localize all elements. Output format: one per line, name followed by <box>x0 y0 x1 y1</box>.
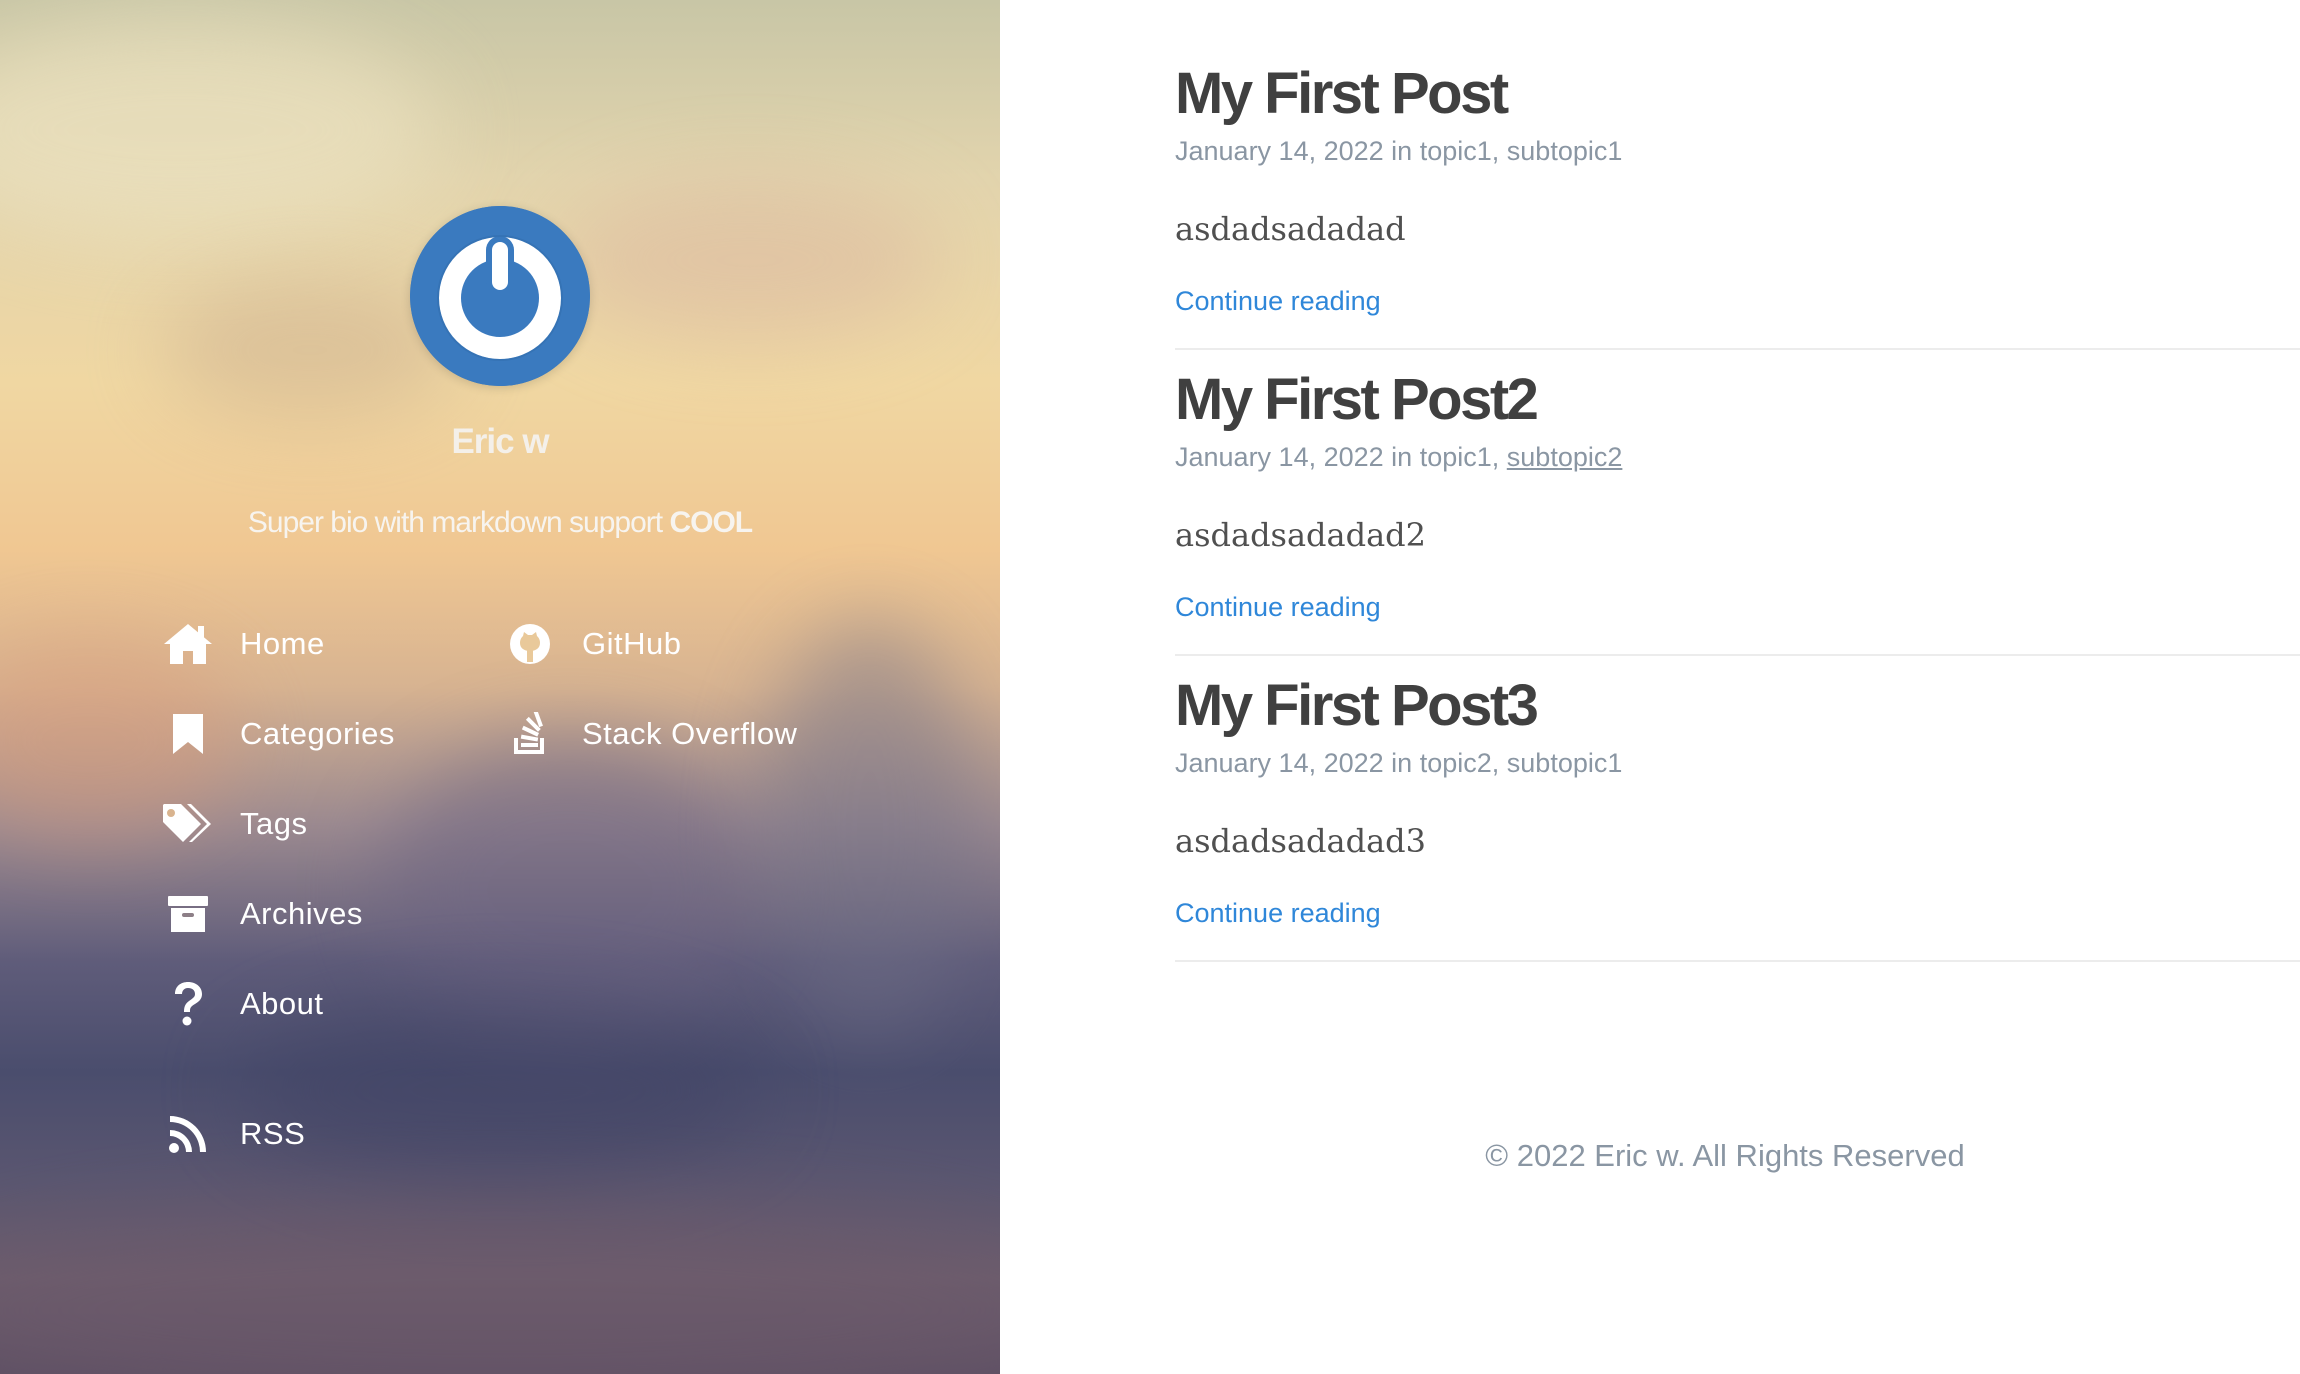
power-icon <box>410 206 590 386</box>
post-meta: January 14, 2022 in topic2, subtopic1 <box>1175 748 1622 779</box>
post-divider <box>1175 348 2300 350</box>
post-category-link[interactable]: subtopic2 <box>1507 442 1623 472</box>
post-category-link[interactable]: subtopic1 <box>1507 136 1623 166</box>
continue-reading-link[interactable]: Continue reading <box>1175 286 1381 317</box>
nav-about[interactable]: About <box>160 976 324 1032</box>
author-bio: Super bio with markdown support COOL <box>0 506 1000 540</box>
nav-stack-overflow[interactable]: Stack Overflow <box>502 706 797 762</box>
nav-stack-overflow-label: Stack Overflow <box>582 716 798 751</box>
continue-reading-link[interactable]: Continue reading <box>1175 592 1381 623</box>
post-meta-separator: , <box>1491 748 1507 778</box>
nav-rss-label: RSS <box>240 1116 306 1151</box>
question-icon <box>160 976 216 1032</box>
nav-home[interactable]: Home <box>160 616 325 672</box>
archive-icon <box>160 886 216 942</box>
nav-github[interactable]: GitHub <box>502 616 681 672</box>
nav-tags-label: Tags <box>240 806 308 841</box>
nav-categories-label: Categories <box>240 716 395 751</box>
post-title[interactable]: My First Post <box>1175 60 1509 127</box>
continue-reading-link[interactable]: Continue reading <box>1175 898 1381 929</box>
post-date: January 14, 2022 <box>1175 748 1384 778</box>
rss-icon <box>160 1106 216 1162</box>
post-meta-separator: , <box>1491 136 1507 166</box>
tags-icon <box>160 796 216 852</box>
github-icon <box>502 616 558 672</box>
bio-text: Super bio with markdown support <box>247 506 670 539</box>
post-category-link[interactable]: topic1 <box>1420 442 1492 472</box>
post-date: January 14, 2022 <box>1175 136 1384 166</box>
nav-categories[interactable]: Categories <box>160 706 395 762</box>
post-excerpt: asdadsadadad2 <box>1175 516 1427 554</box>
post-excerpt: asdadsadadad3 <box>1175 822 1427 860</box>
post-divider <box>1175 654 2300 656</box>
post-meta-separator: , <box>1491 442 1507 472</box>
sidebar: Eric w Super bio with markdown support C… <box>0 0 1000 1374</box>
post-meta-in: in <box>1383 442 1420 472</box>
author-name: Eric w <box>451 422 549 461</box>
stack-overflow-icon <box>502 706 558 762</box>
home-icon <box>160 616 216 672</box>
post-meta-in: in <box>1383 748 1420 778</box>
nav-archives-label: Archives <box>240 896 363 931</box>
post-meta-in: in <box>1383 136 1420 166</box>
nav-home-label: Home <box>240 626 325 661</box>
post-date: January 14, 2022 <box>1175 442 1384 472</box>
bio-bold: COOL <box>669 506 753 539</box>
nav-github-label: GitHub <box>582 626 682 661</box>
post-category-link[interactable]: topic1 <box>1420 136 1492 166</box>
post-category-link[interactable]: subtopic1 <box>1507 748 1623 778</box>
post-divider <box>1175 960 2300 962</box>
post-category-link[interactable]: topic2 <box>1420 748 1492 778</box>
avatar[interactable] <box>410 206 590 386</box>
post-title[interactable]: My First Post2 <box>1175 366 1539 433</box>
footer-copyright: © 2022 Eric w. All Rights Reserved <box>1485 1138 1965 1173</box>
post-meta: January 14, 2022 in topic1, subtopic1 <box>1175 136 1622 167</box>
nav-rss[interactable]: RSS <box>160 1106 305 1162</box>
main-content: My First Post January 14, 2022 in topic1… <box>1000 0 2300 1374</box>
bookmark-icon <box>160 706 216 762</box>
post-meta: January 14, 2022 in topic1, subtopic2 <box>1175 442 1622 473</box>
nav-about-label: About <box>240 986 324 1021</box>
post-excerpt: asdadsadadad <box>1175 210 1406 248</box>
post-title[interactable]: My First Post3 <box>1175 672 1539 739</box>
nav-tags[interactable]: Tags <box>160 796 307 852</box>
nav-archives[interactable]: Archives <box>160 886 363 942</box>
